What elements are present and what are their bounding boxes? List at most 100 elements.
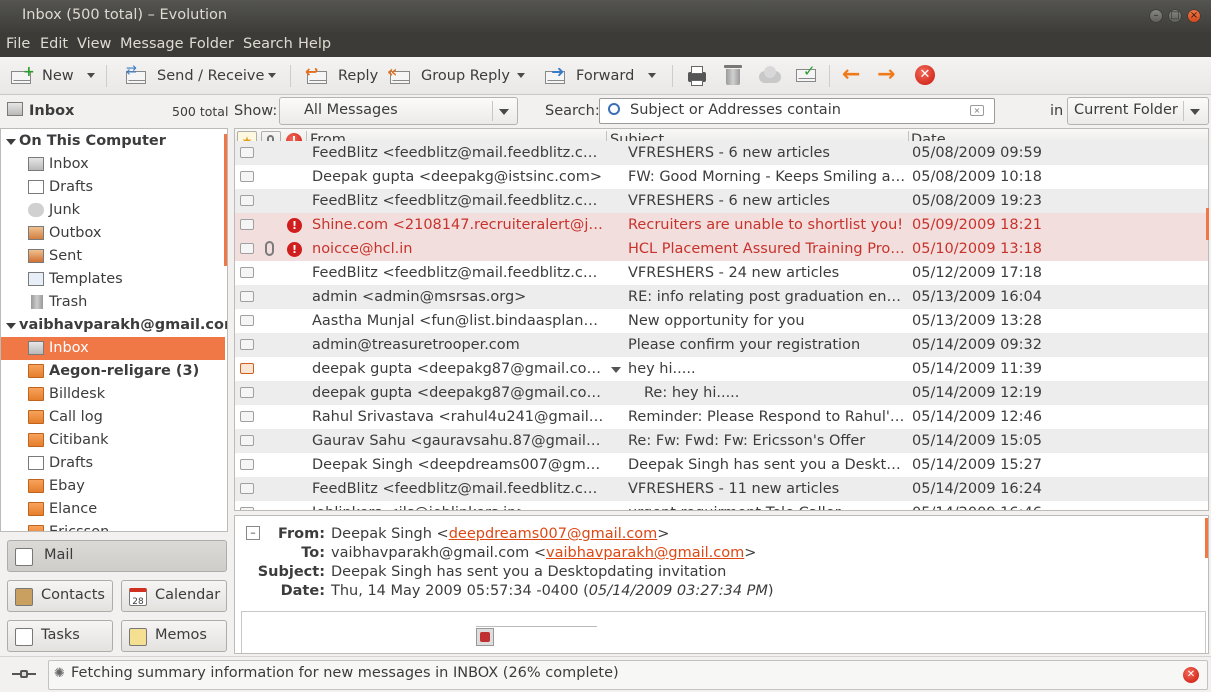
folder-gmail-ebay[interactable]: Ebay — [1, 475, 225, 498]
message-body[interactable] — [241, 611, 1206, 653]
table-row[interactable]: Deepak Singh <deepdreams007@gmail.c... De… — [235, 453, 1208, 477]
folder-gmail-elance[interactable]: Elance — [1, 498, 225, 521]
table-row[interactable]: deepak gupta <deepakg87@gmail.com> hey hi… — [235, 357, 1208, 381]
menu-edit[interactable]: Edit — [40, 36, 68, 52]
folder-local-sent[interactable]: Sent — [1, 245, 225, 268]
maximize-icon[interactable]: □ — [1168, 9, 1182, 23]
clear-search-icon[interactable]: × — [970, 105, 984, 116]
show-filter-select[interactable]: All Messages — [279, 97, 518, 125]
menu-message[interactable]: Message — [120, 36, 184, 52]
junk-icon[interactable] — [758, 65, 782, 85]
folder-group-local[interactable]: On This Computer — [1, 130, 225, 153]
table-row[interactable]: Rahul Srivastava <rahul4u241@gmail.com> R… — [235, 405, 1208, 429]
new-dropdown-icon[interactable] — [87, 73, 95, 78]
table-row[interactable]: FeedBlitz <feedblitz@mail.feedblitz.com>… — [235, 141, 1208, 165]
previous-arrow-icon[interactable]: ← — [842, 62, 860, 87]
preview-to: vaibhavparakh@gmail.com <vaibhavparakh@g… — [331, 545, 756, 561]
sent-icon — [28, 249, 44, 263]
online-status-icon[interactable] — [12, 670, 36, 678]
preview-from-label: From: — [278, 526, 325, 542]
message-list-scrollbar[interactable] — [1206, 208, 1209, 240]
folder-gmail-ericsson[interactable]: Ericsson — [1, 521, 225, 531]
tasks-switcher-button[interactable]: Tasks — [7, 620, 113, 652]
expand-triangle-icon[interactable] — [6, 323, 16, 329]
calendar-switcher-button[interactable]: 28 Calendar — [121, 580, 227, 612]
table-row[interactable]: admin <admin@msrsas.org> RE: info relatin… — [235, 285, 1208, 309]
table-row[interactable]: Gaurav Sahu <gauravsahu.87@gmail.com> Re:… — [235, 429, 1208, 453]
menu-view[interactable]: View — [77, 36, 111, 52]
folder-label: Outbox — [49, 225, 102, 241]
search-input[interactable]: Subject or Addresses contain × — [599, 98, 995, 124]
new-button[interactable]: + New — [9, 63, 74, 89]
close-window-icon[interactable]: × — [1187, 9, 1201, 23]
read-mail-icon — [240, 411, 254, 422]
read-mail-icon — [240, 459, 254, 470]
folder-gmail-citibank[interactable]: Citibank — [1, 429, 225, 452]
folder-local-templates[interactable]: Templates — [1, 268, 225, 291]
not-junk-icon[interactable]: ✓ — [794, 62, 818, 85]
table-row[interactable]: ! Shine.com <2108147.recruiteralert@jobs.… — [235, 213, 1208, 237]
folder-local-drafts[interactable]: Drafts — [1, 176, 225, 199]
folder-gmail-calllog[interactable]: Call log — [1, 406, 225, 429]
table-row[interactable]: FeedBlitz <feedblitz@mail.feedblitz.com>… — [235, 189, 1208, 213]
reply-button[interactable]: ↩ Reply — [305, 62, 378, 89]
chevron-down-icon — [499, 109, 509, 115]
thread-expand-icon[interactable] — [611, 367, 621, 373]
message-subject: RE: info relating post graduation engin.… — [628, 289, 906, 305]
preview-to-email-link[interactable]: vaibhavparakh@gmail.com — [546, 545, 744, 561]
table-row[interactable]: FeedBlitz <feedblitz@mail.feedblitz.com>… — [235, 477, 1208, 501]
next-arrow-icon[interactable]: → — [877, 62, 895, 87]
table-row[interactable]: Deepak gupta <deepakg@istsinc.com> FW: Go… — [235, 165, 1208, 189]
menu-file[interactable]: File — [6, 36, 30, 52]
table-row[interactable]: ! noicce@hcl.in HCL Placement Assured Trai… — [235, 237, 1208, 261]
minimize-icon[interactable]: – — [1149, 9, 1163, 23]
new-mail-icon: + — [9, 64, 35, 86]
folder-icon — [28, 387, 44, 401]
memos-switcher-button[interactable]: Memos — [121, 620, 227, 652]
menu-folder[interactable]: Folder — [189, 36, 234, 52]
folder-local-inbox[interactable]: Inbox — [1, 153, 225, 176]
menu-help[interactable]: Help — [298, 36, 331, 52]
message-subject: FW: Good Morning - Keeps Smiling and ... — [628, 169, 906, 185]
table-row[interactable]: admin@treasuretrooper.com Please confirm … — [235, 333, 1208, 357]
table-row[interactable]: Aastha Munjal <fun@list.bindaasplanet.in… — [235, 309, 1208, 333]
cancel-operation-icon[interactable]: ✕ — [1183, 667, 1199, 683]
folder-local-junk[interactable]: Junk — [1, 199, 225, 222]
folder-icon — [28, 410, 44, 424]
forward-button[interactable]: ➜ Forward — [543, 62, 634, 89]
folder-group-gmail[interactable]: vaibhavparakh@gmail.com — [1, 314, 227, 337]
folder-local-trash[interactable]: Trash — [1, 291, 225, 314]
message-subject: HCL Placement Assured Training Progr... — [628, 241, 906, 257]
search-scope-select[interactable]: Current Folder — [1067, 97, 1209, 125]
send-receive-dropdown-icon[interactable] — [268, 73, 276, 78]
message-from: FeedBlitz <feedblitz@mail.feedblitz.com> — [312, 145, 604, 161]
table-row[interactable]: Joblinkers <jls@joblinkers.in> urgent req… — [235, 501, 1208, 510]
folder-gmail-inbox[interactable]: Inbox — [1, 337, 225, 360]
window-titlebar: Inbox (500 total) – Evolution – □ × — [0, 0, 1211, 33]
folder-gmail-drafts[interactable]: Drafts — [1, 452, 225, 475]
folder-local-outbox[interactable]: Outbox — [1, 222, 225, 245]
search-scope-value: Current Folder — [1074, 102, 1178, 118]
message-subject: Reminder: Please Respond to Rahul's I... — [628, 409, 906, 425]
folder-gmail-aegon[interactable]: Aegon-religare (3) — [1, 360, 225, 383]
preview-from-email-link[interactable]: deepdreams007@gmail.com — [449, 526, 658, 542]
folder-gmail-billdesk[interactable]: Billdesk — [1, 383, 225, 406]
send-receive-button[interactable]: ⇄ Send / Receive — [124, 63, 264, 89]
print-icon[interactable] — [686, 65, 708, 87]
contacts-icon — [15, 588, 33, 606]
stop-icon[interactable]: ✕ — [915, 65, 935, 85]
search-filter-bar: Show: All Messages Search: Subject or Ad… — [230, 96, 1211, 128]
mail-switcher-button[interactable]: Mail — [7, 540, 227, 572]
expand-triangle-icon[interactable] — [6, 139, 16, 145]
message-subject: Deepak Singh has sent you a Desktopd... — [628, 457, 906, 473]
folder-scrollbar[interactable] — [224, 134, 227, 266]
delete-icon[interactable] — [724, 63, 742, 87]
contacts-switcher-button[interactable]: Contacts — [7, 580, 113, 612]
table-row[interactable]: deepak gupta <deepakg87@gmail.com> Re: he… — [235, 381, 1208, 405]
table-row[interactable]: FeedBlitz <feedblitz@mail.feedblitz.com>… — [235, 261, 1208, 285]
group-reply-button[interactable]: « Group Reply — [387, 62, 510, 89]
group-reply-dropdown-icon[interactable] — [517, 73, 525, 78]
menu-search[interactable]: Search — [243, 36, 293, 52]
forward-dropdown-icon[interactable] — [648, 73, 656, 78]
preview-scrollbar[interactable] — [1205, 518, 1208, 558]
